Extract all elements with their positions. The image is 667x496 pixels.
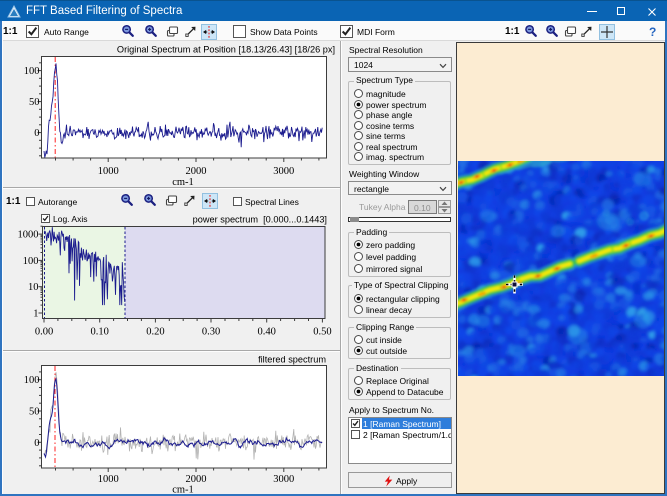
svg-text:100: 100 — [24, 375, 40, 386]
svg-text:0.10: 0.10 — [91, 327, 109, 338]
svg-text:1000: 1000 — [98, 166, 119, 177]
svg-text:1: 1 — [33, 309, 38, 320]
svg-text:10: 10 — [28, 282, 39, 293]
svg-text:0.00: 0.00 — [35, 327, 53, 338]
svg-text:cm-1: cm-1 — [172, 485, 194, 496]
svg-text:2000: 2000 — [186, 474, 207, 485]
svg-text:0.20: 0.20 — [146, 327, 164, 338]
svg-text:1000: 1000 — [18, 230, 39, 241]
svg-text:filtered spectrum: filtered spectrum — [258, 355, 326, 365]
svg-text:Original Spectrum at Position: Original Spectrum at Position [18.13/26.… — [117, 45, 335, 55]
svg-text:0: 0 — [34, 438, 39, 449]
svg-text:0: 0 — [34, 128, 39, 139]
svg-text:1000: 1000 — [98, 474, 119, 485]
svg-text:cm-1: cm-1 — [172, 177, 194, 187]
svg-text:0.50: 0.50 — [313, 327, 331, 338]
svg-text:50: 50 — [29, 97, 40, 108]
svg-text:2000: 2000 — [186, 166, 207, 177]
svg-text:0.30: 0.30 — [202, 327, 220, 338]
svg-text:50: 50 — [29, 407, 40, 418]
svg-text:100: 100 — [23, 256, 39, 267]
svg-text:3000: 3000 — [273, 474, 294, 485]
svg-text:0.40: 0.40 — [258, 327, 276, 338]
svg-text:power spectrum [0.000...0.144: power spectrum [0.000...0.1443] — [193, 215, 327, 225]
svg-text:100: 100 — [24, 66, 40, 77]
svg-text:3000: 3000 — [273, 166, 294, 177]
